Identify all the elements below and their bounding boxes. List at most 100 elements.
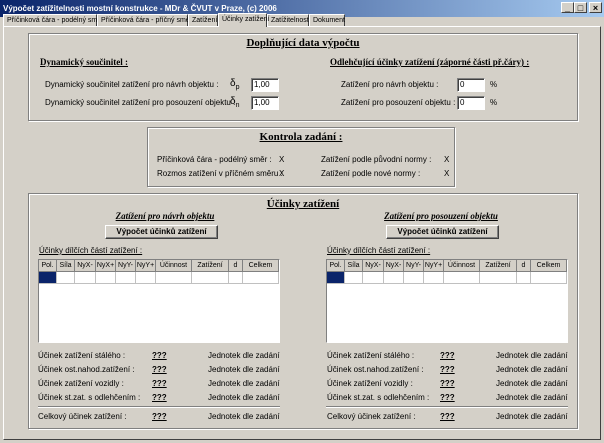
assess-variable-value: ??? [440,365,455,374]
grid-col-header: Síla [345,260,363,272]
grid-col-header: Účinnost [156,260,192,272]
assess-grid-label: Účinky dílčích částí zatížení : [327,246,431,255]
design-total-value: ??? [152,412,167,421]
grid-cell[interactable] [136,272,156,284]
grid-cell[interactable] [75,272,96,284]
grid-col-header: d [517,260,531,272]
dynamic-coefficient-title: Dynamický součinitel : [40,57,129,67]
grid-cell[interactable] [243,272,279,284]
relief-assess-label: Zatížení pro posouzení objektu : [341,98,456,107]
grid-col-header: Celkem [531,260,567,272]
grid-col-header: NyY- [404,260,424,272]
tab-load-capacity[interactable]: Zatížitelnost [267,14,309,26]
close-button[interactable]: × [589,2,602,13]
grid-cell-selected[interactable] [327,272,345,284]
design-permanent-unit: Jednotek dle zadání [208,351,280,360]
design-grid-label: Účinky dílčích částí zatížení : [39,246,143,255]
grid-cell[interactable] [480,272,517,284]
grid-col-header: NyX- [75,260,96,272]
assess-total-unit: Jednotek dle zadání [496,412,568,421]
design-vehicle-value: ??? [152,379,167,388]
assess-variable-label: Účinek ost.nahod.zatížení : [327,365,424,374]
assess-permanent-label: Účinek zatížení stálého : [327,351,415,360]
check-old-norm-value: X [444,155,450,164]
dyn-assess-symbol: δn [230,96,240,110]
additional-data-title: Doplňující data výpočtu [246,37,360,49]
tab-influence-transverse[interactable]: Příčinková čára - příčný směr [97,14,192,26]
grid-cell-selected[interactable] [39,272,57,284]
grid-cell[interactable] [229,272,243,284]
assess-relief-label: Účinek st.zat. s odlehčením : [327,393,430,402]
assess-variable-unit: Jednotek dle zadání [496,365,568,374]
maximize-button[interactable]: □ [574,2,587,13]
design-compute-button[interactable]: Výpočet účinků zatížení [105,225,218,239]
grid-cell[interactable] [404,272,424,284]
design-total-unit: Jednotek dle zadání [208,412,280,421]
minimize-button[interactable]: _ [561,2,574,13]
grid-cell[interactable] [156,272,192,284]
grid-col-header: NyX- [384,260,404,272]
check-influence-longitudinal-label: Příčinková čára - podélný směr : [157,155,272,164]
grid-cell[interactable] [424,272,444,284]
relief-design-unit: % [490,80,498,89]
relief-assess-input[interactable]: 0 [457,96,485,110]
grid-col-header: Zatížení [480,260,517,272]
dyn-design-symbol: δp [230,78,240,92]
grid-cell[interactable] [96,272,116,284]
grid-cell[interactable] [384,272,404,284]
check-old-norm-label: Zatížení podle původní normy : [321,155,432,164]
grid-cell[interactable] [345,272,363,284]
assess-results-grid[interactable]: Pol. Síla NyX- NyX- NyY- NyY+ Účinnost Z… [326,259,568,343]
assess-total-value: ??? [440,412,455,421]
design-grid-header: Pol. Síla NyX- NyX+ NyY- NyY+ Účinnost Z… [39,260,279,272]
assess-permanent-unit: Jednotek dle zadání [496,351,568,360]
tab-load-effects[interactable]: Účinky zatížení [218,13,269,27]
assess-permanent-value: ??? [440,351,455,360]
grid-col-header: Pol. [327,260,345,272]
assess-subtitle: Zatížení pro posouzení objektu [384,211,498,221]
grid-col-header: NyY- [116,260,136,272]
grid-cell[interactable] [517,272,531,284]
grid-col-header: d [229,260,243,272]
design-variable-value: ??? [152,365,167,374]
check-influence-longitudinal-value: X [279,155,285,164]
assess-relief-value: ??? [440,393,455,402]
grid-cell[interactable] [444,272,480,284]
grid-col-header: NyX+ [96,260,116,272]
grid-col-header: Síla [57,260,75,272]
design-permanent-value: ??? [152,351,167,360]
input-check-title: Kontrola zadání : [259,131,343,143]
grid-cell[interactable] [531,272,567,284]
check-transverse-value: X [279,169,285,178]
grid-cell[interactable] [192,272,229,284]
assess-vehicle-unit: Jednotek dle zadání [496,379,568,388]
dyn-design-input[interactable]: 1,00 [251,78,279,92]
design-subtitle: Zatížení pro návrh objektu [115,211,215,221]
grid-cell[interactable] [363,272,384,284]
grid-col-header: NyY+ [136,260,156,272]
relief-effects-title: Odlehčující účinky zatížení (záporné čás… [330,57,530,67]
design-relief-label: Účinek st.zat. s odlehčením : [38,393,141,402]
grid-cell[interactable] [116,272,136,284]
assess-grid-row[interactable] [327,272,567,284]
design-results-grid[interactable]: Pol. Síla NyX- NyX+ NyY- NyY+ Účinnost Z… [38,259,280,343]
design-total-label: Celkový účinek zatížení : [38,412,127,421]
load-effects-title: Účinky zatížení [266,198,340,210]
tab-document[interactable]: Dokument [309,14,345,26]
tab-loads[interactable]: Zatížení [188,14,218,26]
grid-cell[interactable] [57,272,75,284]
grid-col-header: Pol. [39,260,57,272]
assess-compute-button[interactable]: Výpočet účinků zatížení [386,225,499,239]
relief-assess-unit: % [490,98,498,107]
grid-col-header: Celkem [243,260,279,272]
tab-influence-longitudinal[interactable]: Příčinková čára - podélný směr [3,14,103,26]
relief-design-input[interactable]: 0 [457,78,485,92]
assess-grid-header: Pol. Síla NyX- NyX- NyY- NyY+ Účinnost Z… [327,260,567,272]
design-permanent-label: Účinek zatížení stálého : [38,351,126,360]
design-relief-unit: Jednotek dle zadání [208,393,280,402]
dyn-assess-input[interactable]: 1,00 [251,96,279,110]
design-variable-unit: Jednotek dle zadání [208,365,280,374]
assess-relief-unit: Jednotek dle zadání [496,393,568,402]
design-grid-row[interactable] [39,272,279,284]
check-transverse-label: Rozmos zatížení v příčném směru : [157,169,283,178]
